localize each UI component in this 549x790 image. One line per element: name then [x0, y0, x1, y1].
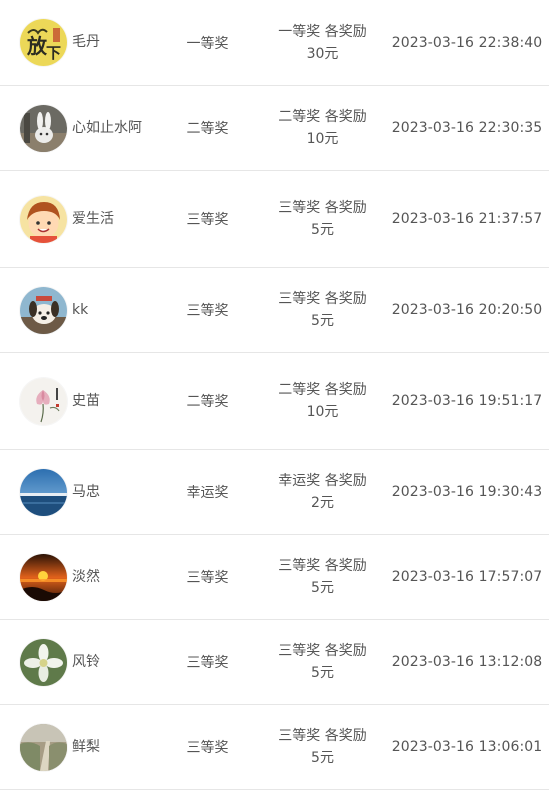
- reward-text: 三等奖 各奖励 5元: [265, 535, 380, 619]
- lotus-painting-avatar-icon[interactable]: [20, 377, 67, 425]
- sunset-avatar-icon[interactable]: [20, 553, 67, 601]
- sea-horizon-avatar-icon[interactable]: [20, 468, 67, 516]
- win-time: 2023-03-16 13:06:01: [391, 739, 543, 755]
- winner-user: 鲜梨: [20, 705, 170, 789]
- prize-level: 三等奖: [186, 303, 229, 319]
- winner-row: 放 下 毛丹 一等奖 一等奖 各奖励 30元 2023-03-16 22:38:…: [0, 0, 549, 86]
- reward-line-1: 三等奖 各奖励: [278, 291, 367, 307]
- reward-text: 三等奖 各奖励 5元: [265, 171, 380, 267]
- winner-name: 鲜梨: [72, 738, 100, 755]
- winner-user: kk: [20, 268, 170, 352]
- winner-row: kk 三等奖 三等奖 各奖励 5元 2023-03-16 20:20:50: [0, 268, 549, 353]
- svg-text:下: 下: [46, 44, 61, 62]
- prize-level: 幸运奖: [186, 485, 229, 501]
- winner-row: 心如止水阿 二等奖 二等奖 各奖励 10元 2023-03-16 22:30:3…: [0, 86, 549, 171]
- prize-level: 一等奖: [186, 35, 229, 52]
- reward-line-2: 2元: [311, 495, 334, 511]
- prize-level: 二等奖: [186, 394, 229, 410]
- win-time: 2023-03-16 13:12:08: [391, 654, 543, 670]
- white-flower-avatar-icon[interactable]: [20, 638, 67, 686]
- reward-line-1: 三等奖 各奖励: [278, 200, 367, 216]
- reward-line-2: 5元: [311, 313, 334, 329]
- reward-line-1: 一等奖 各奖励: [278, 23, 367, 40]
- winner-row: 淡然 三等奖 三等奖 各奖励 5元 2023-03-16 17:57:07: [0, 535, 549, 620]
- fangxia-calligraphy-avatar-icon[interactable]: 放 下: [20, 19, 67, 66]
- prize-level: 三等奖: [186, 655, 229, 671]
- cartoon-dog-avatar-icon[interactable]: [20, 286, 67, 334]
- reward-text: 三等奖 各奖励 5元: [265, 620, 380, 704]
- winner-user: 淡然: [20, 535, 170, 619]
- win-time: 2023-03-16 19:30:43: [391, 484, 543, 500]
- reward-text: 幸运奖 各奖励 2元: [265, 450, 380, 534]
- winners-list: 放 下 毛丹 一等奖 一等奖 各奖励 30元 2023-03-16 22:38:…: [0, 0, 549, 790]
- reward-text: 一等奖 各奖励 30元: [265, 0, 380, 85]
- reward-text: 三等奖 各奖励 5元: [265, 705, 380, 789]
- reward-line-1: 三等奖 各奖励: [278, 728, 367, 744]
- reward-line-1: 二等奖 各奖励: [278, 382, 367, 398]
- winner-name: 淡然: [72, 568, 100, 585]
- win-time: 2023-03-16 21:37:57: [391, 211, 543, 227]
- prize-level: 二等奖: [186, 121, 229, 137]
- winner-row: 鲜梨 三等奖 三等奖 各奖励 5元 2023-03-16 13:06:01: [0, 705, 549, 790]
- win-time: 2023-03-16 19:51:17: [391, 393, 543, 409]
- winner-row: 爱生活 三等奖 三等奖 各奖励 5元 2023-03-16 21:37:57: [0, 171, 549, 268]
- prize-level: 三等奖: [186, 570, 229, 586]
- winner-user: 马忠: [20, 450, 170, 534]
- winner-user: 心如止水阿: [20, 86, 170, 170]
- winner-name: kk: [72, 301, 89, 318]
- reward-text: 二等奖 各奖励 10元: [265, 86, 380, 170]
- reward-line-2: 10元: [306, 404, 339, 420]
- reward-line-1: 三等奖 各奖励: [278, 643, 367, 659]
- winner-name: 史苗: [72, 392, 100, 409]
- winner-name: 爱生活: [72, 210, 114, 227]
- reward-line-1: 二等奖 各奖励: [278, 109, 367, 125]
- winner-user: 史苗: [20, 353, 170, 449]
- win-time: 2023-03-16 20:20:50: [391, 302, 543, 318]
- prize-level: 三等奖: [186, 740, 229, 756]
- reward-line-2: 5元: [311, 750, 334, 766]
- winner-name: 心如止水阿: [72, 119, 142, 136]
- reward-line-2: 10元: [306, 131, 339, 147]
- reward-line-2: 5元: [311, 222, 334, 238]
- winner-user: 放 下 毛丹: [20, 0, 170, 85]
- reward-line-1: 三等奖 各奖励: [278, 558, 367, 574]
- winner-row: 马忠 幸运奖 幸运奖 各奖励 2元 2023-03-16 19:30:43: [0, 450, 549, 535]
- reward-line-1: 幸运奖 各奖励: [278, 473, 367, 489]
- rabbit-photo-avatar-icon[interactable]: [20, 104, 67, 152]
- win-time: 2023-03-16 22:38:40: [391, 34, 543, 51]
- path-landscape-avatar-icon[interactable]: [20, 723, 67, 771]
- win-time: 2023-03-16 22:30:35: [391, 120, 543, 136]
- reward-line-2: 30元: [306, 45, 339, 62]
- winner-user: 爱生活: [20, 171, 170, 267]
- reward-text: 三等奖 各奖励 5元: [265, 268, 380, 352]
- svg-text:放: 放: [26, 34, 48, 58]
- winner-name: 马忠: [72, 483, 100, 500]
- winner-row: 风铃 三等奖 三等奖 各奖励 5元 2023-03-16 13:12:08: [0, 620, 549, 705]
- winner-name: 风铃: [72, 653, 100, 670]
- reward-line-2: 5元: [311, 580, 334, 596]
- winner-name: 毛丹: [72, 34, 100, 50]
- win-time: 2023-03-16 17:57:07: [391, 569, 543, 585]
- reward-line-2: 5元: [311, 665, 334, 681]
- winner-row: 史苗 二等奖 二等奖 各奖励 10元 2023-03-16 19:51:17: [0, 353, 549, 450]
- cartoon-boy-avatar-icon[interactable]: [20, 195, 67, 243]
- winner-user: 风铃: [20, 620, 170, 704]
- prize-level: 三等奖: [186, 212, 229, 228]
- reward-text: 二等奖 各奖励 10元: [265, 353, 380, 449]
